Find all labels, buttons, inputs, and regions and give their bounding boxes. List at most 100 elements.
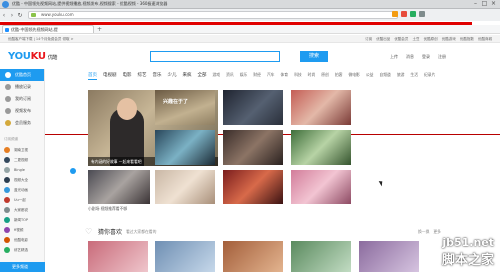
- video-thumbnail[interactable]: [291, 170, 351, 204]
- featured-person-head: [117, 98, 137, 120]
- video-thumbnail[interactable]: [291, 241, 351, 272]
- category-item[interactable]: 公益: [366, 72, 374, 80]
- strip-link[interactable]: 优酷指数: [460, 37, 474, 41]
- address-tools: [392, 11, 425, 17]
- back-icon[interactable]: ‹: [0, 12, 8, 19]
- register-link[interactable]: 注册: [438, 54, 446, 60]
- strip-link[interactable]: 土豆: [413, 37, 420, 41]
- video-thumbnail[interactable]: [88, 241, 148, 272]
- youku-logo[interactable]: YOUKU 优酷: [8, 51, 57, 62]
- category-item[interactable]: 娱乐: [240, 72, 248, 80]
- category-item[interactable]: 资讯: [226, 72, 234, 80]
- menu-icon[interactable]: [419, 11, 425, 17]
- client-download-link[interactable]: 优酷客户端下载 | 14个月免费会员 领取 >: [8, 35, 74, 43]
- category-item[interactable]: 微电影: [348, 72, 359, 80]
- sidebar-channel[interactable]: 二更视频: [0, 155, 44, 165]
- strip-link[interactable]: 优酷出品: [376, 37, 390, 41]
- search-input[interactable]: [150, 51, 280, 62]
- category-item[interactable]: 科技: [294, 72, 302, 80]
- category-item[interactable]: 电影: [123, 72, 132, 80]
- minimize-button[interactable]: –: [472, 1, 479, 7]
- category-item[interactable]: 电视剧: [103, 72, 117, 80]
- refresh-icon[interactable]: ↻: [16, 12, 24, 19]
- sidebar-item-label: 视频发布: [15, 108, 31, 113]
- more-button[interactable]: 更多: [433, 229, 441, 235]
- sidebar-item-home[interactable]: 优酷首页: [0, 69, 44, 81]
- strip-link[interactable]: 优酷原创: [424, 37, 438, 41]
- strip-link[interactable]: 订阅: [365, 37, 372, 41]
- video-thumbnail[interactable]: [223, 241, 283, 272]
- extension-icon[interactable]: [392, 11, 398, 17]
- sidebar-channel[interactable]: 新闻TOP: [0, 215, 44, 225]
- category-item[interactable]: 音乐: [153, 72, 162, 80]
- sidebar-channel[interactable]: ff视频: [0, 225, 44, 235]
- sidebar-channel[interactable]: 大家都说: [0, 205, 44, 215]
- site-top-strip: 优酷客户端下载 | 14个月免费会员 领取 > 订阅 优酷出品 优酷会员 土豆 …: [0, 35, 500, 43]
- category-item[interactable]: 少儿: [168, 72, 177, 80]
- refresh-recommendations-button[interactable]: 换一换: [418, 229, 429, 235]
- video-thumbnail[interactable]: [223, 130, 283, 165]
- favorite-icon[interactable]: [401, 11, 407, 17]
- video-thumbnail[interactable]: [155, 130, 215, 165]
- new-tab-button[interactable]: +: [97, 26, 102, 33]
- category-item[interactable]: 综艺: [138, 72, 147, 80]
- login-link[interactable]: 登录: [422, 54, 430, 60]
- category-item[interactable]: 来疯: [183, 72, 192, 80]
- category-item[interactable]: 纪录片: [424, 72, 435, 80]
- strip-link[interactable]: 优酷会员: [394, 37, 408, 41]
- channel-label: ff视频: [14, 228, 24, 232]
- sidebar-channel[interactable]: 蓝光动画: [0, 185, 44, 195]
- channel-label: 蓝光动画: [14, 188, 28, 192]
- sidebar-item-publish[interactable]: 视频发布: [0, 105, 44, 117]
- video-thumbnail[interactable]: 兴趣在于了: [155, 90, 215, 125]
- category-item[interactable]: 拍客: [335, 72, 343, 80]
- video-thumbnail[interactable]: [88, 170, 150, 204]
- video-thumbnail[interactable]: [291, 130, 351, 165]
- maximize-button[interactable]: □: [481, 1, 488, 7]
- section-tools: 换一换 更多: [418, 229, 441, 235]
- forward-icon[interactable]: ›: [8, 12, 16, 19]
- category-item[interactable]: 生活: [410, 72, 418, 80]
- play-icon[interactable]: [70, 168, 76, 174]
- sidebar-channel[interactable]: 优酷电影: [0, 235, 44, 245]
- sidebar-channel[interactable]: Bingle: [0, 165, 44, 175]
- category-item[interactable]: 自频道: [379, 72, 390, 80]
- upload-link[interactable]: 上传: [390, 54, 398, 60]
- message-link[interactable]: 消息: [406, 54, 414, 60]
- video-thumbnail[interactable]: [155, 170, 215, 204]
- category-item[interactable]: 时尚: [308, 72, 316, 80]
- browser-tab-youku[interactable]: 优酷-中国领先视频网站,提: [2, 25, 94, 33]
- sidebar-channel[interactable]: 综艺精选: [0, 245, 44, 255]
- channel-avatar: [4, 157, 10, 163]
- sidebar-more-button[interactable]: 更多频道: [0, 262, 45, 272]
- video-thumbnail[interactable]: [291, 90, 351, 125]
- category-item[interactable]: 汽车: [267, 72, 275, 80]
- video-thumbnail[interactable]: [223, 90, 283, 125]
- video-thumbnail[interactable]: [223, 170, 283, 204]
- category-item[interactable]: 原创: [321, 72, 329, 80]
- sidebar-item-subscriptions[interactable]: 我的订阅: [0, 93, 44, 105]
- strip-link[interactable]: 优酷游戏: [442, 37, 456, 41]
- url-text: www.youku.com: [41, 12, 74, 17]
- url-input[interactable]: www.youku.com: [28, 11, 398, 19]
- category-home[interactable]: 首页: [88, 72, 97, 80]
- site-strip-links: 订阅 优酷出品 优酷会员 土豆 优酷原创 优酷游戏 优酷指数 优酷商城: [365, 35, 492, 43]
- sidebar-item-history[interactable]: 播放记录: [0, 81, 44, 93]
- category-item[interactable]: 体育: [280, 72, 288, 80]
- channel-avatar: [4, 217, 10, 223]
- search-button[interactable]: 搜索: [300, 51, 328, 62]
- download-icon[interactable]: [410, 11, 416, 17]
- close-button[interactable]: ×: [490, 1, 497, 7]
- sidebar-channel[interactable]: Uu一起: [0, 195, 44, 205]
- sidebar-item-vip[interactable]: 会员服务: [0, 117, 44, 129]
- strip-link[interactable]: 优酷商城: [478, 37, 492, 41]
- category-item[interactable]: 财经: [253, 72, 261, 80]
- sidebar-channel[interactable]: 视频大全: [0, 175, 44, 185]
- category-item[interactable]: 游戏: [213, 72, 221, 80]
- category-item[interactable]: 旅游: [397, 72, 405, 80]
- video-thumbnail[interactable]: [155, 241, 215, 272]
- video-thumbnail[interactable]: [359, 241, 419, 272]
- sidebar-channel[interactable]: 湖南卫视: [0, 145, 44, 155]
- sidebar-item-label: 优酷首页: [15, 72, 31, 77]
- category-item[interactable]: 全部: [198, 72, 207, 80]
